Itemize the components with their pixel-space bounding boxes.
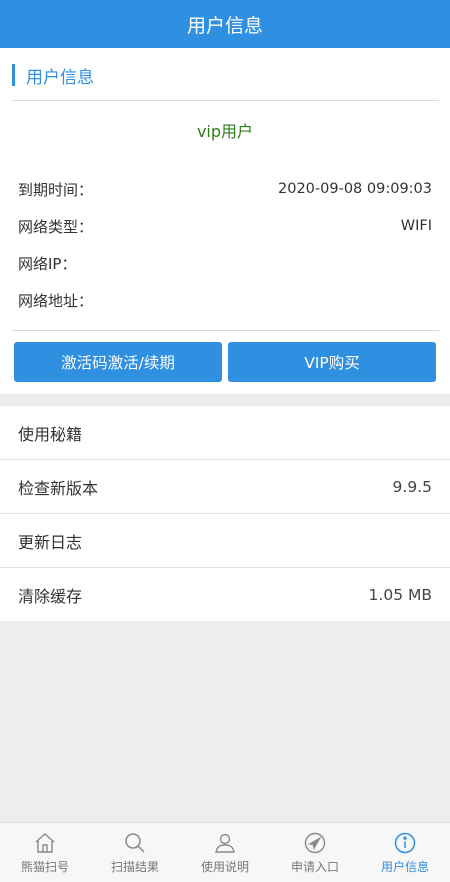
info-icon <box>394 832 416 854</box>
divider <box>12 100 439 101</box>
menu-item-label: 使用秘籍 <box>18 424 83 444</box>
menu-item-check-update[interactable]: 检查新版本 9.9.5 <box>0 460 450 514</box>
vip-status-label: vip用户 <box>196 122 254 141</box>
menu-item-label: 更新日志 <box>18 532 83 552</box>
tab-scan-results[interactable]: 扫描结果 <box>90 823 180 882</box>
menu-item-label: 清除缓存 <box>18 586 83 606</box>
cache-size-value: 1.05 MB <box>368 585 432 604</box>
tab-instructions[interactable]: 使用说明 <box>180 823 270 882</box>
activate-code-button[interactable]: 激活码激活/续期 <box>14 342 222 382</box>
app-header: 用户信息 <box>0 0 450 48</box>
tab-label: 熊猫扫号 <box>20 860 69 874</box>
info-label: 到期时间： <box>18 180 94 199</box>
info-value: WIFI <box>400 218 432 234</box>
user-icon <box>215 833 235 853</box>
info-row-network-ip: 网络IP： <box>18 251 432 275</box>
info-row-expiry: 到期时间： 2020-09-08 09:09:03 <box>18 177 432 201</box>
search-icon <box>125 833 145 853</box>
info-label: 网络IP： <box>18 254 77 273</box>
tab-user-info[interactable]: 用户信息 <box>360 823 450 882</box>
info-row-network-type: 网络类型： WIFI <box>18 214 432 238</box>
section-title-label: 用户信息 <box>26 67 94 88</box>
tab-label: 用户信息 <box>380 860 429 874</box>
tab-label: 使用说明 <box>200 860 249 874</box>
menu-item-label: 检查新版本 <box>18 478 99 498</box>
info-label: 网络类型： <box>18 217 94 236</box>
page-title: 用户信息 <box>186 14 263 37</box>
info-label: 网络地址： <box>18 291 94 310</box>
bottom-tab-bar: 熊猫扫号 扫描结果 使用说明 申请入口 用户信息 <box>0 822 450 882</box>
navigation-icon <box>304 832 326 854</box>
info-row-network-address: 网络地址： <box>18 288 432 312</box>
menu-item-changelog[interactable]: 更新日志 <box>0 514 450 568</box>
menu-item-clear-cache[interactable]: 清除缓存 1.05 MB <box>0 568 450 621</box>
section-title-accent-bar <box>12 64 15 86</box>
settings-menu: 使用秘籍 检查新版本 9.9.5 更新日志 清除缓存 1.05 MB <box>0 406 450 621</box>
section-title: 用户信息 <box>12 64 94 88</box>
tab-label: 扫描结果 <box>110 860 159 874</box>
home-icon <box>35 833 55 853</box>
version-value: 9.9.5 <box>392 477 432 496</box>
tab-label: 申请入口 <box>290 860 339 874</box>
vip-purchase-button[interactable]: VIP购买 <box>228 342 436 382</box>
info-value: 2020-09-08 09:09:03 <box>278 181 432 197</box>
menu-item-tips[interactable]: 使用秘籍 <box>0 406 450 460</box>
divider <box>12 330 439 331</box>
user-info-card: 用户信息 vip用户 到期时间： 2020-09-08 09:09:03 网络类… <box>0 48 450 394</box>
tab-apply-entry[interactable]: 申请入口 <box>270 823 360 882</box>
tab-home[interactable]: 熊猫扫号 <box>0 823 90 882</box>
